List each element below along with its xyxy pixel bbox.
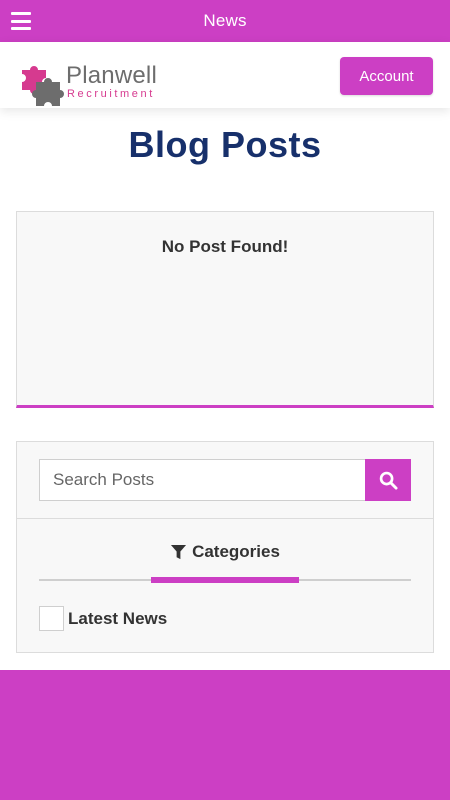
logo-name: Planwell: [66, 62, 157, 89]
filter-icon: [171, 544, 187, 559]
planwell-logo[interactable]: Planwell Recruitment: [16, 60, 176, 108]
posts-card: No Post Found!: [16, 211, 434, 408]
search-icon: [379, 471, 398, 490]
sidebar-card: Categories Latest News: [16, 441, 434, 653]
categories-accent-bar: [151, 577, 299, 583]
categories-header: Categories: [17, 542, 433, 562]
logo-subtitle: Recruitment: [67, 88, 155, 100]
hamburger-icon[interactable]: [11, 12, 31, 30]
category-checkbox[interactable]: [39, 606, 64, 631]
app-bar: News: [0, 0, 450, 42]
account-button[interactable]: Account: [340, 57, 433, 95]
categories-title: Categories: [192, 542, 280, 561]
category-item[interactable]: Latest News: [39, 606, 167, 631]
footer: [0, 670, 450, 800]
sidebar-divider: [17, 518, 433, 519]
page-title: Blog Posts: [128, 124, 322, 165]
search-input[interactable]: [39, 459, 365, 501]
site-header: Planwell Recruitment Account: [0, 42, 450, 108]
app-bar-title: News: [203, 11, 247, 30]
empty-posts-message: No Post Found!: [161, 237, 289, 256]
puzzle-logo-icon: [16, 60, 64, 108]
category-label: Latest News: [68, 608, 168, 628]
search-bar: [39, 459, 411, 501]
search-button[interactable]: [365, 459, 411, 501]
